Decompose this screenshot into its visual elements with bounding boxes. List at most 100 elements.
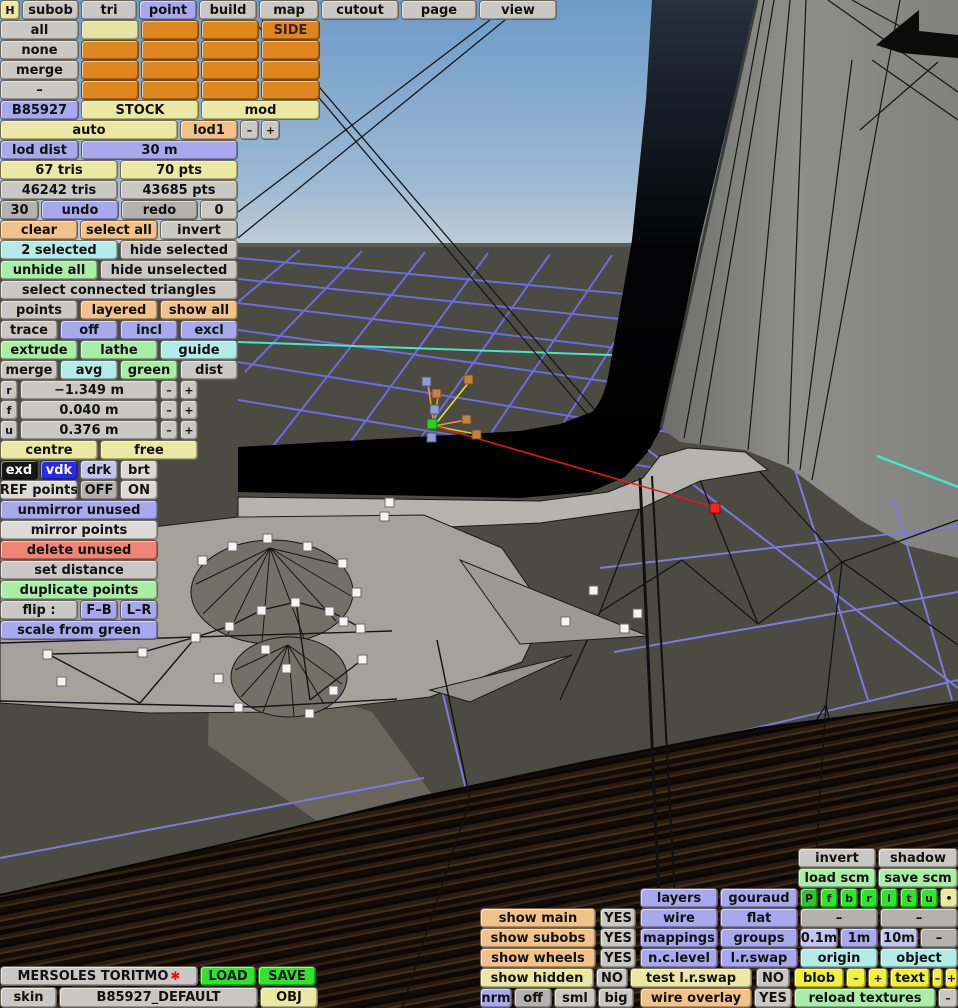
btn-stock[interactable]: STOCK [81,100,199,120]
btn-30-m[interactable]: 30 m [81,140,238,160]
btn-select-connected-triangles[interactable]: select connected triangles [0,280,238,300]
btn-map[interactable]: map [259,0,319,20]
btn-origin[interactable]: origin [800,948,878,968]
btn-46242-tris[interactable]: 46242 tris [0,180,118,200]
btn-tri[interactable]: tri [81,0,137,20]
btn-object[interactable]: object [880,948,958,968]
btn-f[interactable]: f [0,400,18,420]
btn-unmirror-unused[interactable]: unmirror unused [0,500,158,520]
btn-sml[interactable]: sml [554,988,596,1008]
btn-no[interactable]: NO [756,968,790,988]
btn-layered[interactable]: layered [80,300,158,320]
btn-subob-cell[interactable]: + [945,968,958,988]
btn-points[interactable]: points [0,300,78,320]
btn-f-b[interactable]: F–B [80,600,118,620]
btn-subob-cell[interactable]: – [938,988,958,1008]
btn-subob-cell[interactable]: + [868,968,888,988]
btn-centre[interactable]: centre [0,440,98,460]
btn-save[interactable]: SAVE [258,966,316,986]
btn-43685-pts[interactable]: 43685 pts [120,180,238,200]
btn-load-scm[interactable]: load scm [798,868,876,888]
btn-wire[interactable]: wire [640,908,718,928]
btn-subob-cell[interactable]: – [240,120,259,140]
btn-1m[interactable]: 1m [840,928,878,948]
btn-lod-dist[interactable]: lod dist [0,140,79,160]
btn-extrude[interactable]: extrude [0,340,78,360]
btn-incl[interactable]: incl [120,320,178,340]
btn-drk[interactable]: drk [80,460,118,480]
btn-cutout[interactable]: cutout [321,0,399,20]
btn-hide-selected[interactable]: hide selected [120,240,238,260]
btn-show-subobs[interactable]: show subobs [480,928,596,948]
btn-select-all[interactable]: select all [80,220,158,240]
btn-on[interactable]: ON [120,480,158,500]
btn-page[interactable]: page [401,0,477,20]
btn-all[interactable]: all [0,20,79,40]
btn-view[interactable]: view [479,0,557,20]
btn-subob-cell[interactable]: – [0,80,79,100]
subob-cell[interactable] [261,60,320,80]
btn-subob-cell[interactable]: + [180,400,198,420]
subob-cell[interactable] [201,20,259,40]
btn-0-376-m[interactable]: 0.376 m [20,420,158,440]
btn-10m[interactable]: 10m [880,928,918,948]
subob-cell[interactable] [81,60,139,80]
btn-f[interactable]: f [820,888,838,908]
btn-flat[interactable]: flat [720,908,798,928]
btn-subob-cell[interactable]: – [932,968,943,988]
btn-subob-cell[interactable]: – [160,380,178,400]
btn-mappings[interactable]: mappings [640,928,718,948]
btn-nrm[interactable]: nrm [480,988,512,1008]
btn-mod[interactable]: mod [201,100,320,120]
btn-show-all[interactable]: show all [160,300,238,320]
btn-point[interactable]: point [139,0,197,20]
btn-subob-cell[interactable]: – [846,968,866,988]
btn-text[interactable]: text [890,968,930,988]
btn-2-selected[interactable]: 2 selected [0,240,118,260]
btn-mirror-points[interactable]: mirror points [0,520,158,540]
btn-duplicate-points[interactable]: duplicate points [0,580,158,600]
btn-load[interactable]: LOAD [200,966,256,986]
btn-set-distance[interactable]: set distance [0,560,158,580]
btn-subob-cell[interactable]: – [800,908,878,928]
btn-hide-unselected[interactable]: hide unselected [100,260,238,280]
btn-build[interactable]: build [199,0,257,20]
btn-invert[interactable]: invert [160,220,238,240]
btn-dist[interactable]: dist [180,360,238,380]
btn-guide[interactable]: guide [160,340,238,360]
btn-h[interactable]: H [0,0,20,20]
btn-subob-cell[interactable]: – [160,420,178,440]
btn-p[interactable]: P [800,888,818,908]
btn-subob-cell[interactable]: + [180,380,198,400]
btn-reload-textures[interactable]: reload textures [794,988,936,1008]
btn-skin[interactable]: skin [0,987,57,1008]
btn-67-tris[interactable]: 67 tris [0,160,118,180]
btn-l[interactable]: l [880,888,898,908]
btn-mersoles-toritmo[interactable]: MERSOLES TORITMO ✱ [0,966,198,986]
btn-subob[interactable]: subob [22,0,79,20]
subob-cell[interactable] [141,80,199,100]
btn-layers[interactable]: layers [640,888,718,908]
btn-subob-cell[interactable]: + [261,120,280,140]
btn-n-c-level[interactable]: n.c.level [640,948,718,968]
btn-merge[interactable]: merge [0,360,58,380]
btn-save-scm[interactable]: save scm [878,868,958,888]
btn-u[interactable]: u [920,888,938,908]
subob-cell[interactable] [201,60,259,80]
btn-0-1m[interactable]: 0.1m [800,928,838,948]
subob-cell[interactable] [141,60,199,80]
btn-undo[interactable]: undo [41,200,119,220]
btn-off[interactable]: off [60,320,118,340]
btn-blob[interactable]: blob [794,968,844,988]
btn-exd[interactable]: exd [0,460,38,480]
subob-cell[interactable] [141,20,199,40]
btn-merge[interactable]: merge [0,60,79,80]
btn-redo[interactable]: redo [121,200,198,220]
btn-0-040-m[interactable]: 0.040 m [20,400,158,420]
btn-r[interactable]: r [860,888,878,908]
btn-show-wheels[interactable]: show wheels [480,948,596,968]
btn-big[interactable]: big [598,988,634,1008]
btn-delete-unused[interactable]: delete unused [0,540,158,560]
btn-avg[interactable]: avg [60,360,118,380]
subob-cell[interactable] [81,20,139,40]
